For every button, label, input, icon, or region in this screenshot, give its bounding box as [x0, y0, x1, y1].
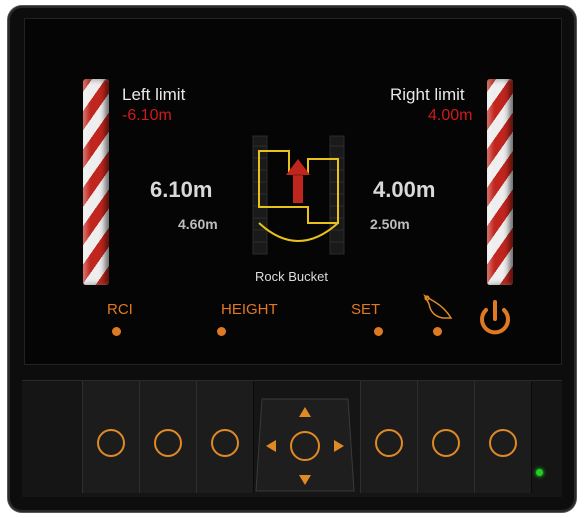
softkey-3[interactable] [196, 381, 254, 493]
softkey-1[interactable] [82, 381, 140, 493]
dpad-icon[interactable] [254, 397, 356, 493]
left-limit-value: -6.10m [122, 107, 172, 124]
softkey-1-ring-icon [97, 429, 125, 457]
excavator-topview-icon [252, 135, 345, 255]
menu-rci[interactable]: RCI [107, 301, 133, 318]
right-sub-reading: 2.50m [370, 216, 410, 232]
softkey-6[interactable] [474, 381, 532, 493]
bucket-icon[interactable] [421, 294, 455, 322]
set-indicator [374, 327, 383, 336]
height-indicator [217, 327, 226, 336]
softkey-2-ring-icon [154, 429, 182, 457]
softkey-4[interactable] [360, 381, 418, 493]
left-main-reading: 6.10m [150, 177, 213, 202]
menu-height[interactable]: HEIGHT [221, 301, 278, 318]
right-limit-bar [487, 79, 513, 285]
keypad [22, 380, 562, 497]
tool-name: Rock Bucket [255, 269, 328, 284]
right-main-reading: 4.00m [373, 177, 436, 202]
softkey-3-ring-icon [211, 429, 239, 457]
softkey-4-ring-icon [375, 429, 403, 457]
display-screen: Left limit -6.10m Right limit 4.00m 6.10… [24, 18, 562, 365]
softkey-6-ring-icon [489, 429, 517, 457]
left-limit-label: Left limit [122, 85, 186, 104]
softkey-5[interactable] [417, 381, 475, 493]
right-limit-label: Right limit [390, 85, 465, 104]
left-sub-reading: 4.60m [178, 216, 218, 232]
menu-set[interactable]: SET [351, 301, 380, 318]
rci-indicator [112, 327, 121, 336]
right-limit-value: 4.00m [428, 107, 473, 124]
softkey-2[interactable] [139, 381, 197, 493]
left-limit-bar [83, 79, 109, 285]
power-icon[interactable] [475, 297, 515, 339]
softkey-5-ring-icon [432, 429, 460, 457]
status-led-icon [536, 469, 543, 476]
bucket-indicator [433, 327, 442, 336]
